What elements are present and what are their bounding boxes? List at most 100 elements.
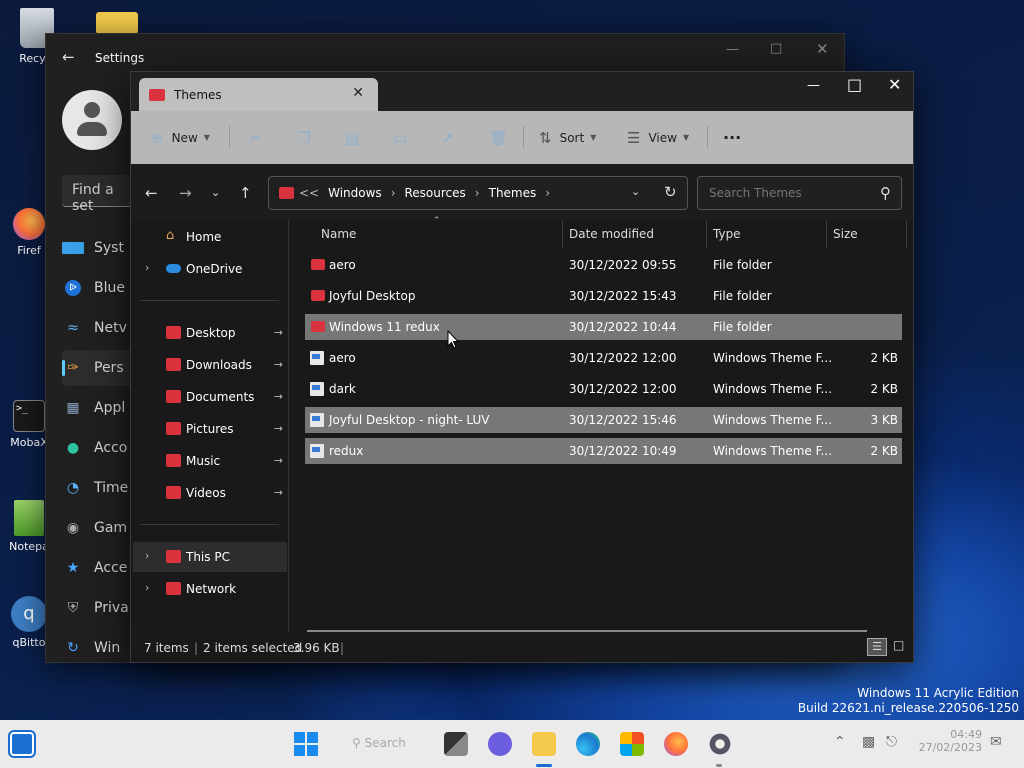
taskbar-search[interactable]: ⚲ Search bbox=[352, 736, 406, 750]
column-header-size[interactable]: Size bbox=[833, 220, 858, 248]
file-explorer-taskbar-icon[interactable] bbox=[532, 732, 556, 756]
start-button[interactable] bbox=[294, 732, 318, 756]
nav-item-documents[interactable]: Documents → bbox=[133, 382, 287, 412]
search-box[interactable]: ⚲ bbox=[697, 176, 902, 210]
file-row[interactable]: aero 30/12/2022 12:00 Windows Theme F... 2 … bbox=[305, 345, 902, 371]
scissors-icon: ✂ bbox=[249, 128, 262, 147]
explorer-minimize-button[interactable]: — bbox=[807, 78, 820, 93]
refresh-icon[interactable]: ↻ bbox=[664, 183, 677, 201]
file-explorer-window[interactable]: Themes ✕ — □ ✕ ⊕ New ▼ ✂ ❐ ▤ ▭ ↗ 🗑 ⇅ Sort ▼ … bbox=[130, 71, 914, 663]
file-row[interactable]: dark 30/12/2022 12:00 Windows Theme F... 2 … bbox=[305, 376, 902, 402]
more-options-button[interactable]: ··· bbox=[723, 111, 741, 164]
explorer-close-button[interactable]: ✕ bbox=[888, 75, 901, 94]
nav-item-music[interactable]: Music → bbox=[133, 446, 287, 476]
nav-item-onedrive[interactable]: › OneDrive bbox=[133, 254, 287, 284]
accessibility-icon: ★ bbox=[66, 560, 80, 576]
nav-item-downloads[interactable]: Downloads → bbox=[133, 350, 287, 380]
nav-item-videos[interactable]: Videos → bbox=[133, 478, 287, 508]
folder-icon bbox=[279, 187, 294, 199]
file-row[interactable]: redux 30/12/2022 10:49 Windows Theme F... 2… bbox=[305, 438, 902, 464]
firefox-taskbar-icon[interactable] bbox=[664, 732, 688, 756]
address-dropdown-icon[interactable]: ⌄ bbox=[631, 185, 640, 198]
computer-icon bbox=[166, 550, 181, 563]
desktop-folder-icon[interactable] bbox=[96, 12, 138, 34]
gamepad-icon: ◉ bbox=[66, 520, 80, 536]
store-icon[interactable] bbox=[620, 732, 644, 756]
notifications-icon[interactable]: ✉ bbox=[990, 734, 1002, 750]
share-button[interactable]: ↗ bbox=[441, 111, 462, 164]
selected-size: 3.96 KB bbox=[293, 641, 340, 655]
pin-icon[interactable]: → bbox=[274, 326, 283, 339]
file-row[interactable]: Windows 11 redux 30/12/2022 10:44 File fol… bbox=[305, 314, 902, 340]
search-icon: ⚲ bbox=[352, 736, 361, 750]
edition-watermark-line-2: Build 22621.ni_release.220506-1250 bbox=[797, 701, 1019, 715]
search-icon[interactable]: ⚲ bbox=[880, 184, 891, 202]
nav-item-home[interactable]: ⌂ Home bbox=[133, 222, 287, 252]
avatar[interactable] bbox=[62, 90, 122, 150]
widgets-icon[interactable] bbox=[8, 730, 36, 758]
task-view-icon[interactable] bbox=[444, 732, 468, 756]
wifi-icon: ≈ bbox=[67, 320, 79, 336]
tab-themes[interactable]: Themes ✕ bbox=[139, 78, 378, 111]
pin-icon[interactable]: → bbox=[274, 422, 283, 435]
settings-taskbar-icon[interactable] bbox=[708, 732, 732, 756]
pin-icon[interactable]: → bbox=[274, 486, 283, 499]
breadcrumb-overflow[interactable]: << bbox=[299, 186, 319, 200]
up-arrow-icon[interactable]: ↑ bbox=[239, 184, 252, 202]
nav-item-network[interactable]: › Network bbox=[133, 574, 287, 604]
network-tray-icon[interactable]: ▩ bbox=[862, 734, 875, 750]
close-tab-icon[interactable]: ✕ bbox=[352, 85, 364, 101]
pin-icon[interactable]: → bbox=[274, 390, 283, 403]
column-header-name[interactable]: Name bbox=[321, 220, 356, 248]
settings-maximize-button[interactable]: □ bbox=[770, 41, 782, 56]
pin-icon[interactable]: → bbox=[274, 358, 283, 371]
thumbnail-view-icon[interactable]: □ bbox=[893, 638, 904, 652]
search-input[interactable] bbox=[709, 186, 869, 200]
nav-item-pictures[interactable]: Pictures → bbox=[133, 414, 287, 444]
copy-button[interactable]: ❐ bbox=[297, 111, 318, 164]
folder-icon bbox=[311, 259, 325, 270]
details-view-icon[interactable]: ☰ bbox=[867, 638, 887, 656]
column-header-type[interactable]: Type bbox=[713, 220, 741, 248]
clock[interactable]: 04:49 27/02/2023 bbox=[916, 728, 982, 754]
chevron-down-icon: ▼ bbox=[682, 133, 690, 142]
edge-icon[interactable] bbox=[576, 732, 600, 756]
delete-button[interactable]: 🗑 bbox=[489, 111, 516, 164]
cut-button[interactable]: ✂ bbox=[249, 111, 270, 164]
breadcrumb-themes[interactable]: Themes bbox=[489, 186, 537, 200]
recent-chevron-icon[interactable]: ⌄ bbox=[211, 186, 220, 199]
back-arrow-icon[interactable]: ← bbox=[145, 184, 158, 202]
person-icon: ● bbox=[66, 440, 80, 456]
show-hidden-icons-chevron[interactable]: ⌃ bbox=[834, 734, 846, 750]
pin-icon[interactable]: → bbox=[274, 454, 283, 467]
forward-arrow-icon[interactable]: → bbox=[179, 184, 192, 202]
file-row[interactable]: Joyful Desktop 30/12/2022 15:43 File folde… bbox=[305, 283, 902, 309]
cloud-icon bbox=[166, 264, 181, 273]
back-arrow-icon[interactable]: ← bbox=[62, 48, 75, 66]
new-button[interactable]: ⊕ New ▼ bbox=[151, 111, 210, 164]
nav-item-desktop[interactable]: Desktop → bbox=[133, 318, 287, 348]
edition-watermark-line-1: Windows 11 Acrylic Edition bbox=[857, 686, 1019, 700]
chat-icon[interactable] bbox=[488, 732, 512, 756]
breadcrumb-windows[interactable]: Windows bbox=[328, 186, 382, 200]
file-row[interactable]: Joyful Desktop - night- LUV 30/12/2022 15… bbox=[305, 407, 902, 433]
settings-close-button[interactable]: ✕ bbox=[816, 40, 829, 58]
active-app-indicator bbox=[536, 764, 552, 767]
nav-item-this-pc[interactable]: › This PC bbox=[133, 542, 287, 572]
breadcrumb-resources[interactable]: Resources bbox=[405, 186, 466, 200]
column-header-date[interactable]: Date modified bbox=[569, 220, 654, 248]
address-bar[interactable]: << Windows › Resources › Themes › ⌄ ↻ bbox=[268, 176, 688, 210]
item-count: 7 items bbox=[144, 641, 189, 655]
selected-count: 2 items selected bbox=[203, 641, 303, 655]
address-row: ← → ⌄ ↑ << Windows › Resources › Themes … bbox=[131, 164, 913, 220]
paste-button[interactable]: ▤ bbox=[345, 111, 367, 164]
view-button[interactable]: ☰ View ▼ bbox=[627, 111, 689, 164]
rename-button[interactable]: ▭ bbox=[393, 111, 415, 164]
volume-tray-icon[interactable]: ⎋ bbox=[886, 734, 897, 750]
sort-button[interactable]: ⇅ Sort ▼ bbox=[539, 111, 596, 164]
settings-minimize-button[interactable]: — bbox=[726, 42, 739, 57]
explorer-maximize-button[interactable]: □ bbox=[847, 75, 862, 94]
network-icon bbox=[166, 582, 181, 595]
file-row[interactable]: aero 30/12/2022 09:55 File folder bbox=[305, 252, 902, 278]
toolbar-divider bbox=[523, 126, 524, 148]
